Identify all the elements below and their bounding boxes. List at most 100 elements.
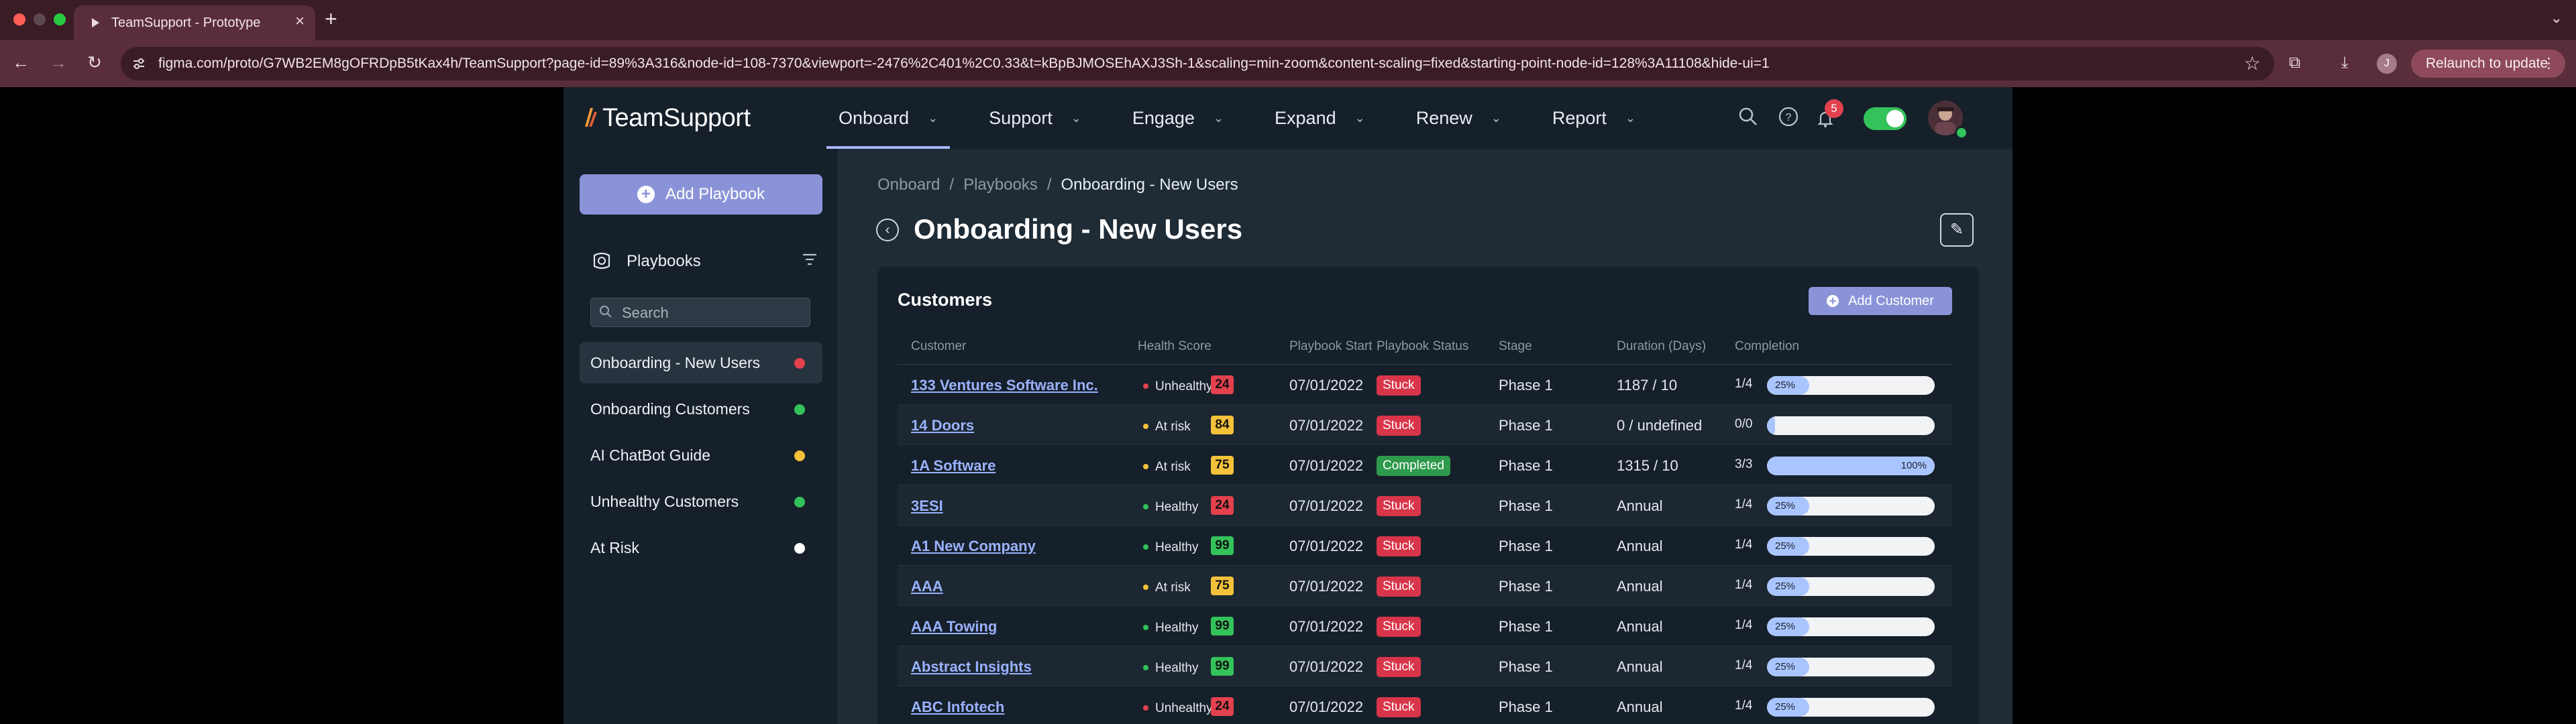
- status-dot: [794, 404, 805, 415]
- chevron-down-icon[interactable]: ⌄: [2551, 9, 2563, 27]
- mode-toggle[interactable]: [1864, 107, 1907, 130]
- health-dot: [1143, 504, 1148, 510]
- health-dot: [1143, 383, 1148, 389]
- playbook-start: 07/01/2022: [1289, 538, 1364, 554]
- nav-label: Engage: [1132, 107, 1195, 128]
- search-icon[interactable]: [1737, 106, 1759, 127]
- health-status: Unhealthy: [1143, 377, 1213, 394]
- reload-icon[interactable]: ↻: [83, 52, 106, 73]
- tab-title: TeamSupport - Prototype: [111, 15, 261, 30]
- back-arrow-icon[interactable]: ←: [9, 52, 32, 73]
- duration: Annual: [1617, 618, 1663, 635]
- status-dot: [794, 450, 805, 461]
- more-vert-icon: ⋮: [2542, 56, 2556, 71]
- add-playbook-button[interactable]: + Add Playbook: [580, 174, 822, 215]
- column-header[interactable]: Stage: [1499, 339, 1532, 354]
- close-window-button[interactable]: [13, 13, 25, 25]
- customers-table: Customer Health Score Playbook Start Pla…: [898, 333, 1952, 724]
- customer-link[interactable]: Abstract Insights: [911, 658, 1032, 676]
- browser-tab[interactable]: TeamSupport - Prototype ×: [74, 5, 315, 40]
- search-input[interactable]: [622, 304, 796, 322]
- main-nav: Onboard ⌄ Support ⌄ Engage ⌄ Expand ⌄ Renew ⌄…: [826, 87, 1674, 149]
- filter-icon[interactable]: [801, 251, 818, 268]
- site-settings-icon[interactable]: [131, 56, 146, 71]
- playbook-item-ai-chatbot-guide[interactable]: AI ChatBot Guide: [580, 434, 822, 476]
- status-badge: Stuck: [1377, 496, 1421, 516]
- chevron-down-icon: ⌄: [1625, 111, 1635, 125]
- nav-expand[interactable]: Expand ⌄: [1263, 87, 1377, 149]
- status-badge: Stuck: [1377, 697, 1421, 717]
- download-icon[interactable]: ⤓: [2341, 54, 2349, 72]
- customer-link[interactable]: AAA: [911, 578, 943, 595]
- table-row[interactable]: 1A Software At risk 75 07/01/2022 Completed P…: [898, 445, 1952, 485]
- address-bar[interactable]: figma.com/proto/G7WB2EM8gOFRDpB5tKax4h/T…: [121, 47, 2274, 80]
- edit-pencil-icon[interactable]: ✎: [1940, 213, 1974, 247]
- table-row[interactable]: 133 Ventures Software Inc. Unhealthy 24 07/…: [898, 365, 1952, 405]
- table-row[interactable]: ABC Infotech Unhealthy 24 07/01/2022 Stuck Ph…: [898, 686, 1952, 724]
- table-row[interactable]: Abstract Insights Healthy 99 07/01/2022 Stuc…: [898, 646, 1952, 686]
- status-badge: Stuck: [1377, 577, 1421, 597]
- logo[interactable]: TeamSupport: [584, 104, 751, 132]
- customer-link[interactable]: 133 Ventures Software Inc.: [911, 377, 1098, 394]
- health-status: Healthy: [1143, 497, 1198, 515]
- relaunch-button[interactable]: Relaunch to update ⋮: [2411, 50, 2565, 78]
- status-dot: [794, 543, 805, 554]
- playbook-item-onboarding-new-users[interactable]: Onboarding - New Users: [580, 342, 822, 383]
- customer-link[interactable]: 1A Software: [911, 457, 996, 475]
- health-status: Healthy: [1143, 658, 1198, 676]
- stage: Phase 1: [1499, 578, 1553, 595]
- completion-progress-bar: 25%: [1767, 658, 1935, 676]
- nav-renew[interactable]: Renew ⌄: [1404, 87, 1513, 149]
- table-body: 133 Ventures Software Inc. Unhealthy 24 07/…: [898, 365, 1952, 724]
- back-arrow-icon[interactable]: ‹: [876, 219, 899, 241]
- column-header[interactable]: Playbook Start: [1289, 339, 1373, 354]
- add-customer-button[interactable]: + Add Customer: [1809, 287, 1952, 315]
- playbooks-header: Playbooks: [590, 248, 818, 275]
- forward-arrow-icon[interactable]: →: [47, 52, 70, 73]
- new-tab-icon[interactable]: +: [325, 7, 337, 32]
- maximize-window-button[interactable]: [54, 13, 66, 25]
- bookmark-star-icon[interactable]: ☆: [2244, 52, 2261, 74]
- svg-text:?: ?: [1786, 112, 1792, 123]
- table-row[interactable]: AAA Towing Healthy 99 07/01/2022 Stuck Phase …: [898, 606, 1952, 646]
- customer-link[interactable]: 3ESI: [911, 497, 943, 515]
- customer-link[interactable]: AAA Towing: [911, 618, 997, 636]
- profile-avatar[interactable]: J: [2377, 54, 2397, 74]
- column-header[interactable]: Customer: [911, 339, 966, 354]
- app-header: TeamSupport Onboard ⌄ Support ⌄ Engage ⌄ Ex…: [564, 87, 2012, 149]
- playbook-item-unhealthy-customers[interactable]: Unhealthy Customers: [580, 481, 822, 522]
- progress-fill: 25%: [1767, 658, 1809, 676]
- table-row[interactable]: 14 Doors At risk 84 07/01/2022 Stuck Phase 1 0…: [898, 405, 1952, 445]
- nav-report[interactable]: Report ⌄: [1540, 87, 1648, 149]
- close-tab-icon[interactable]: ×: [295, 12, 305, 31]
- nav-support[interactable]: Support ⌄: [977, 87, 1093, 149]
- table-row[interactable]: AAA At risk 75 07/01/2022 Stuck Phase 1 Annual…: [898, 566, 1952, 606]
- breadcrumb-playbooks[interactable]: Playbooks: [963, 176, 1038, 194]
- customer-link[interactable]: ABC Infotech: [911, 699, 1004, 716]
- health-label: Healthy: [1155, 621, 1199, 635]
- health-dot: [1143, 464, 1148, 470]
- minimize-window-button[interactable]: [34, 13, 46, 25]
- health-status: Healthy: [1143, 618, 1198, 636]
- customer-link[interactable]: 14 Doors: [911, 417, 974, 434]
- breadcrumb-onboard[interactable]: Onboard: [877, 176, 940, 194]
- health-label: Healthy: [1155, 540, 1199, 554]
- playbook-item-at-risk[interactable]: At Risk: [580, 527, 822, 568]
- chevron-down-icon: ⌄: [928, 111, 938, 125]
- customer-link[interactable]: A1 New Company: [911, 538, 1036, 555]
- extensions-icon[interactable]: ⧉: [2289, 54, 2300, 72]
- online-status-dot: [1955, 126, 1968, 139]
- column-header[interactable]: Duration (Days): [1617, 339, 1706, 354]
- nav-onboard[interactable]: Onboard ⌄: [826, 87, 951, 149]
- column-header[interactable]: Health Score: [1138, 339, 1212, 354]
- completion-count: 1/4: [1735, 497, 1753, 511]
- playbook-item-onboarding-customers[interactable]: Onboarding Customers: [580, 388, 822, 430]
- column-header[interactable]: Completion: [1735, 339, 1799, 354]
- column-header[interactable]: Playbook Status: [1377, 339, 1468, 354]
- nav-engage[interactable]: Engage ⌄: [1120, 87, 1236, 149]
- help-icon[interactable]: ?: [1778, 106, 1799, 127]
- table-row[interactable]: A1 New Company Healthy 99 07/01/2022 Stuck Ph…: [898, 526, 1952, 566]
- table-row[interactable]: 3ESI Healthy 24 07/01/2022 Stuck Phase 1 Annua…: [898, 485, 1952, 526]
- health-score-badge: 99: [1211, 657, 1234, 676]
- breadcrumb-separator: /: [949, 176, 955, 194]
